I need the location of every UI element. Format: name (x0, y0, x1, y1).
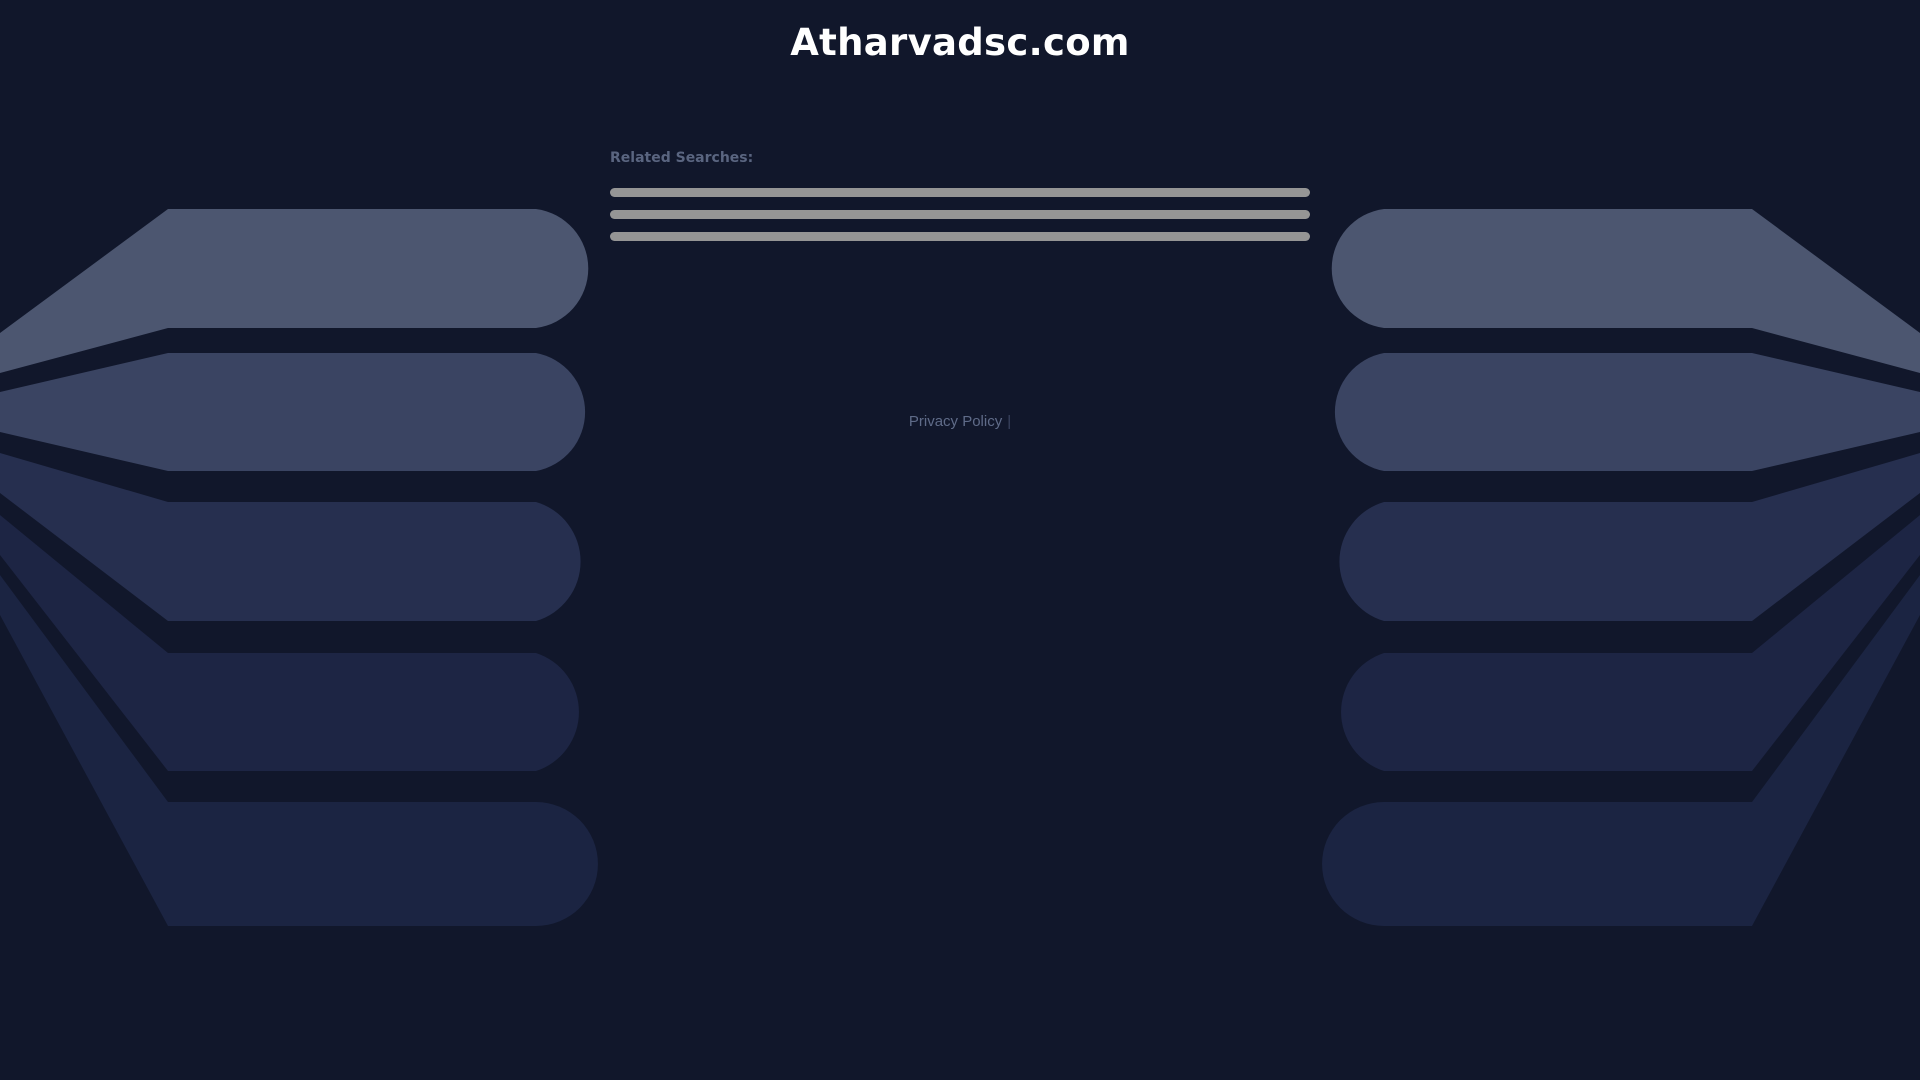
left-wing-tier-5 (0, 575, 598, 926)
left-wing-tier-3 (0, 453, 581, 621)
right-wing-tier-5 (1322, 575, 1920, 926)
right-wing-tier-1 (1331, 209, 1920, 373)
left-wing-tier-4 (0, 515, 579, 771)
left-wing-tier-1 (0, 209, 589, 373)
privacy-policy-link[interactable]: Privacy Policy (909, 413, 1002, 430)
right-wing-tier-3 (1339, 453, 1920, 621)
related-searches-heading: Related Searches: (610, 150, 754, 166)
footer: Privacy Policy | (0, 412, 1920, 432)
related-search-link[interactable] (610, 188, 1310, 197)
related-searches-list (610, 188, 1310, 241)
left-wing-decoration (0, 209, 598, 926)
right-wing-tier-4 (1341, 515, 1920, 771)
footer-separator: | (1007, 413, 1012, 430)
related-searches-section: Related Searches: (610, 148, 1310, 254)
site-title: Atharvadsc.com (790, 21, 1130, 64)
related-search-link[interactable] (610, 210, 1310, 219)
right-wing-decoration (1322, 209, 1920, 926)
related-search-link[interactable] (610, 232, 1310, 241)
